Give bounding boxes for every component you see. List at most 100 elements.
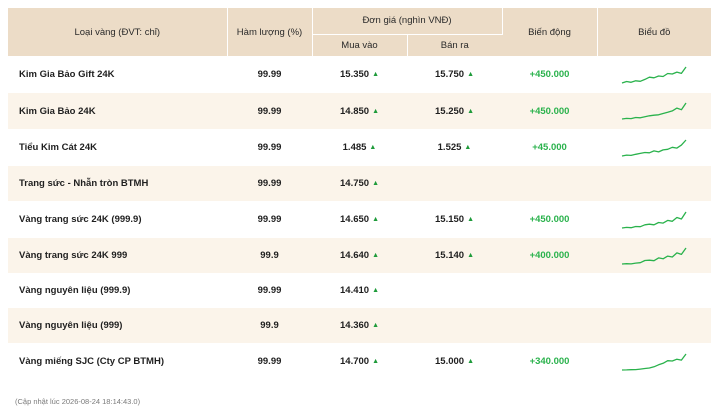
gold-type-cell: Kim Gia Bảo Gift 24K [8, 56, 227, 93]
change-cell-text: +450.000 [529, 105, 570, 117]
change-cell: +450.000 [502, 201, 598, 238]
gold-type-cell: Vàng nguyên liệu (999) [8, 308, 227, 343]
price-trend-sparkline[interactable] [621, 352, 687, 372]
purity-cell: 99.9 [227, 308, 312, 343]
price-trend-sparkline[interactable] [621, 101, 687, 121]
up-arrow-icon: ▲ [372, 252, 379, 259]
table-row[interactable]: Vàng trang sức 24K 999 99.9 14.640 ▲ 15.140 ▲… [8, 238, 712, 273]
table-row[interactable]: Vàng nguyên liệu (999) 99.9 14.360 ▲ [8, 308, 712, 343]
up-arrow-icon: ▲ [372, 107, 379, 115]
purity-cell-text: 99.99 [257, 142, 282, 153]
change-cell [502, 166, 598, 201]
sparkline-cell[interactable] [597, 238, 712, 273]
header-sell: Bán ra [407, 34, 503, 56]
table-row[interactable]: Tiểu Kim Cát 24K 99.99 1.485 ▲ 1.525 ▲ +45.000 [8, 129, 712, 166]
up-arrow-icon: ▲ [372, 322, 379, 329]
table-row[interactable]: Vàng nguyên liệu (999.9) 99.99 14.410 ▲ [8, 273, 712, 308]
buy-price-cell-text: 14.850 [340, 105, 370, 117]
change-cell: +450.000 [502, 93, 598, 129]
table-row[interactable]: Kim Gia Bảo Gift 24K 99.99 15.350 ▲ 15.750 ▲ +… [8, 56, 712, 93]
sparkline-cell [597, 166, 712, 201]
table-row[interactable]: Trang sức - Nhẫn tròn BTMH 99.99 14.750 ▲ [8, 166, 712, 201]
sell-price-cell: 15.250 ▲ [407, 93, 503, 129]
purity-cell-text: 99.99 [257, 214, 282, 225]
sparkline-cell[interactable] [597, 201, 712, 238]
table-row[interactable]: Kim Gia Bảo 24K 99.99 14.850 ▲ 15.250 ▲ +450.0… [8, 93, 712, 129]
sparkline-cell[interactable] [597, 56, 712, 93]
sparkline-path [621, 66, 687, 84]
buy-price-cell: 14.850 ▲ [312, 93, 407, 129]
change-cell: +45.000 [502, 129, 598, 166]
change-cell [502, 308, 598, 343]
sell-price-cell-text: 15.140 [435, 250, 465, 261]
sparkline-cell[interactable] [597, 93, 712, 129]
price-trend-sparkline[interactable] [621, 65, 687, 85]
header-chart: Biểu đồ [597, 8, 712, 56]
purity-cell-text: 99.99 [257, 69, 282, 80]
sparkline-path [621, 247, 687, 265]
sparkline-cell[interactable] [597, 343, 712, 380]
sell-price-cell-text: 15.150 [435, 214, 465, 225]
purity-cell-text: 99.99 [257, 105, 282, 117]
change-cell: +450.000 [502, 56, 598, 93]
buy-price-cell: 14.700 ▲ [312, 343, 407, 380]
gold-type-cell-text: Vàng nguyên liệu (999) [19, 320, 123, 331]
up-arrow-icon: ▲ [467, 216, 474, 223]
gold-price-table: Loại vàng (ĐVT: chỉ) Hàm lượng (%) Đơn g… [8, 8, 712, 380]
sell-price-cell: 15.150 ▲ [407, 201, 503, 238]
purity-cell-text: 99.99 [257, 178, 282, 189]
purity-cell: 99.99 [227, 343, 312, 380]
table-row[interactable]: Vàng trang sức 24K (999.9) 99.99 14.650 ▲ 15… [8, 201, 712, 238]
sell-price-cell [407, 166, 503, 201]
up-arrow-icon: ▲ [467, 107, 474, 115]
up-arrow-icon: ▲ [372, 358, 379, 365]
price-trend-sparkline[interactable] [621, 246, 687, 266]
change-cell: +400.000 [502, 238, 598, 273]
buy-price-cell: 14.640 ▲ [312, 238, 407, 273]
header-purity: Hàm lượng (%) [227, 8, 313, 56]
change-cell-text: +450.000 [529, 69, 570, 80]
purity-cell: 99.99 [227, 201, 312, 238]
gold-type-cell: Vàng nguyên liệu (999.9) [8, 273, 227, 308]
up-arrow-icon: ▲ [372, 180, 379, 187]
buy-price-cell: 1.485 ▲ [312, 129, 407, 166]
up-arrow-icon: ▲ [464, 144, 472, 151]
buy-price-cell: 15.350 ▲ [312, 56, 407, 93]
header-buy: Mua vào [312, 34, 408, 56]
sparkline-path [621, 211, 687, 229]
price-trend-sparkline[interactable] [621, 138, 687, 158]
sparkline-cell[interactable] [597, 129, 712, 166]
change-cell-text: +450.000 [529, 214, 570, 225]
sell-price-cell-text: 15.750 [435, 69, 465, 80]
gold-type-cell-text: Vàng miếng SJC (Cty CP BTMH) [19, 356, 164, 367]
price-trend-sparkline[interactable] [621, 210, 687, 230]
up-arrow-icon: ▲ [467, 252, 474, 259]
sparkline-path [622, 353, 687, 371]
buy-price-cell-text: 15.350 [340, 69, 370, 80]
change-cell-text: +340.000 [529, 356, 570, 367]
purity-cell: 99.99 [227, 273, 312, 308]
buy-price-cell: 14.650 ▲ [312, 201, 407, 238]
gold-type-cell-text: Kim Gia Bảo Gift 24K [19, 69, 115, 80]
purity-cell-text: 99.99 [257, 285, 282, 296]
table-body: Kim Gia Bảo Gift 24K 99.99 15.350 ▲ 15.750 ▲ +… [8, 56, 712, 380]
gold-type-cell-text: Vàng trang sức 24K 999 [19, 250, 128, 261]
purity-cell: 99.9 [227, 238, 312, 273]
purity-cell-text: 99.99 [257, 356, 282, 367]
header-change: Biến động [502, 8, 598, 56]
gold-type-cell: Tiểu Kim Cát 24K [8, 129, 227, 166]
buy-price-cell-text: 14.750 [340, 178, 370, 189]
sell-price-cell-text: 15.000 [435, 356, 465, 367]
table-row[interactable]: Vàng miếng SJC (Cty CP BTMH) 99.99 14.700 ▲… [8, 343, 712, 380]
header-gold-type: Loại vàng (ĐVT: chỉ) [8, 8, 228, 56]
gold-type-cell: Kim Gia Bảo 24K [8, 93, 227, 129]
sell-price-cell: 1.525 ▲ [407, 129, 503, 166]
purity-cell: 99.99 [227, 56, 312, 93]
change-cell [502, 273, 598, 308]
gold-type-cell-text: Tiểu Kim Cát 24K [19, 142, 97, 153]
gold-type-cell: Vàng trang sức 24K 999 [8, 238, 227, 273]
sparkline-cell [597, 308, 712, 343]
buy-price-cell-text: 14.410 [340, 285, 370, 296]
sell-price-cell: 15.140 ▲ [407, 238, 503, 273]
sell-price-cell-text: 15.250 [435, 105, 465, 117]
